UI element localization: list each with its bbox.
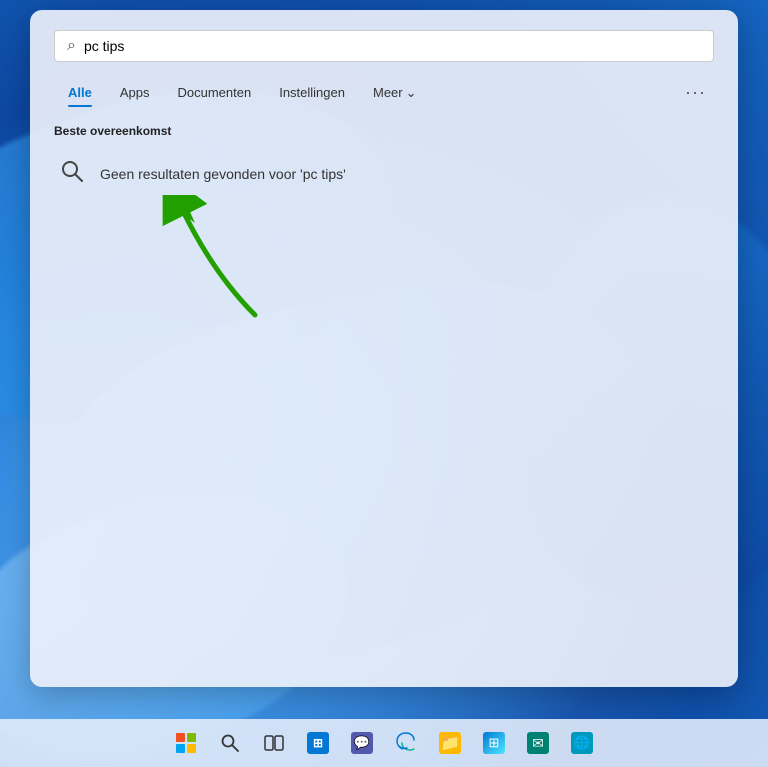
- widgets-icon: ⊞: [307, 732, 329, 754]
- tab-alle[interactable]: Alle: [54, 79, 106, 106]
- taskbar-network-button[interactable]: 🌐: [562, 723, 602, 763]
- taskbar-widgets-button[interactable]: ⊞: [298, 723, 338, 763]
- teams-icon: 💬: [351, 732, 373, 754]
- taskbar-taskview-button[interactable]: [254, 723, 294, 763]
- taskbar-store-button[interactable]: ⊞: [474, 723, 514, 763]
- tab-apps[interactable]: Apps: [106, 79, 164, 106]
- no-results-row: Geen resultaten gevonden voor 'pc tips': [54, 150, 714, 198]
- store-icon: ⊞: [483, 732, 505, 754]
- tab-meer[interactable]: Meer ⌄: [359, 79, 431, 107]
- mail-icon: ✉: [527, 732, 549, 754]
- edge-icon: [395, 732, 417, 754]
- search-icon: ⌕: [67, 37, 76, 55]
- taskbar-start-button[interactable]: [166, 723, 206, 763]
- search-taskbar-icon: [220, 733, 240, 753]
- network-icon: 🌐: [571, 732, 593, 754]
- taskbar-mail-button[interactable]: ✉: [518, 723, 558, 763]
- taskbar-edge-button[interactable]: [386, 723, 426, 763]
- taskview-icon: [264, 733, 284, 753]
- windows-logo-icon: [176, 733, 196, 753]
- search-panel: ⌕ Alle Apps Documenten Instellingen Meer…: [30, 10, 738, 687]
- search-input[interactable]: [84, 38, 701, 54]
- taskbar: ⊞ 💬 📁 ⊞ ✉ 🌐: [0, 719, 768, 767]
- tab-instellingen[interactable]: Instellingen: [265, 79, 359, 106]
- section-header: Beste overeenkomst: [54, 124, 714, 138]
- filter-tabs: Alle Apps Documenten Instellingen Meer ⌄…: [54, 78, 714, 108]
- taskbar-explorer-button[interactable]: 📁: [430, 723, 470, 763]
- more-options-button[interactable]: ···: [677, 78, 714, 107]
- chevron-down-icon: ⌄: [406, 85, 417, 101]
- no-results-search-icon: [58, 158, 86, 190]
- tab-documenten[interactable]: Documenten: [163, 79, 265, 106]
- explorer-icon: 📁: [439, 732, 461, 754]
- taskbar-search-button[interactable]: [210, 723, 250, 763]
- no-results-text: Geen resultaten gevonden voor 'pc tips': [100, 166, 346, 182]
- taskbar-teams-button[interactable]: 💬: [342, 723, 382, 763]
- search-input-wrapper[interactable]: ⌕: [54, 30, 714, 62]
